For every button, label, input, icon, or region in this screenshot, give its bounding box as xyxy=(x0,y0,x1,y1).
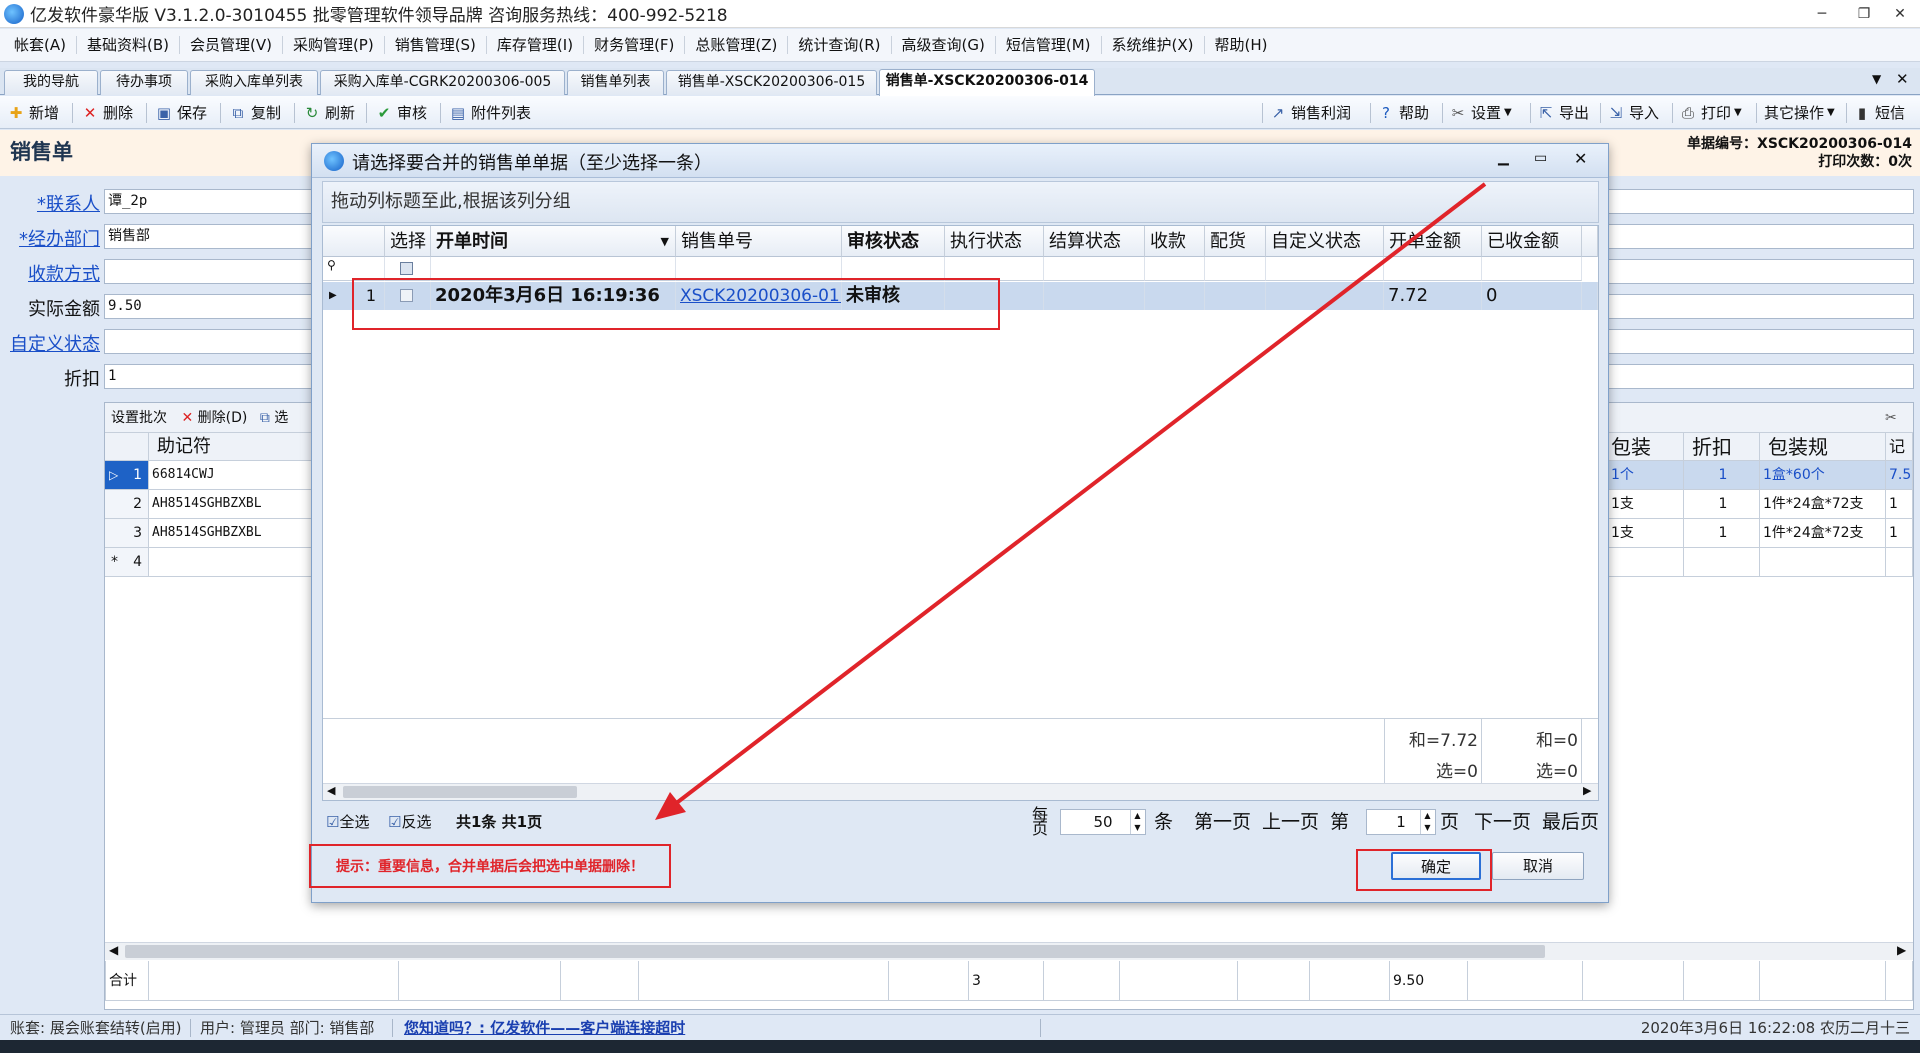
status-sep-2 xyxy=(392,1019,393,1037)
status-bar: 账套: 展会账套结转(启用) 用户: 管理员 部门: 销售部 您知道吗？: 亿发… xyxy=(0,1014,1920,1040)
arrow-line xyxy=(668,182,1487,810)
arrow-head xyxy=(655,792,686,820)
status-datetime: 2020年3月6日 16:22:08 农历二月十三 xyxy=(1640,1019,1910,1037)
status-tip-link[interactable]: 您知道吗？: 亿发软件——客户端连接超时 xyxy=(404,1015,685,1041)
status-sep-3 xyxy=(1040,1019,1041,1037)
status-user: 用户: 管理员 部门: 销售部 xyxy=(200,1019,375,1037)
status-sep-1 xyxy=(190,1019,191,1037)
os-taskbar xyxy=(0,1040,1920,1053)
annotation-arrow xyxy=(655,182,1487,820)
status-account: 账套: 展会账套结转(启用) xyxy=(10,1019,182,1037)
